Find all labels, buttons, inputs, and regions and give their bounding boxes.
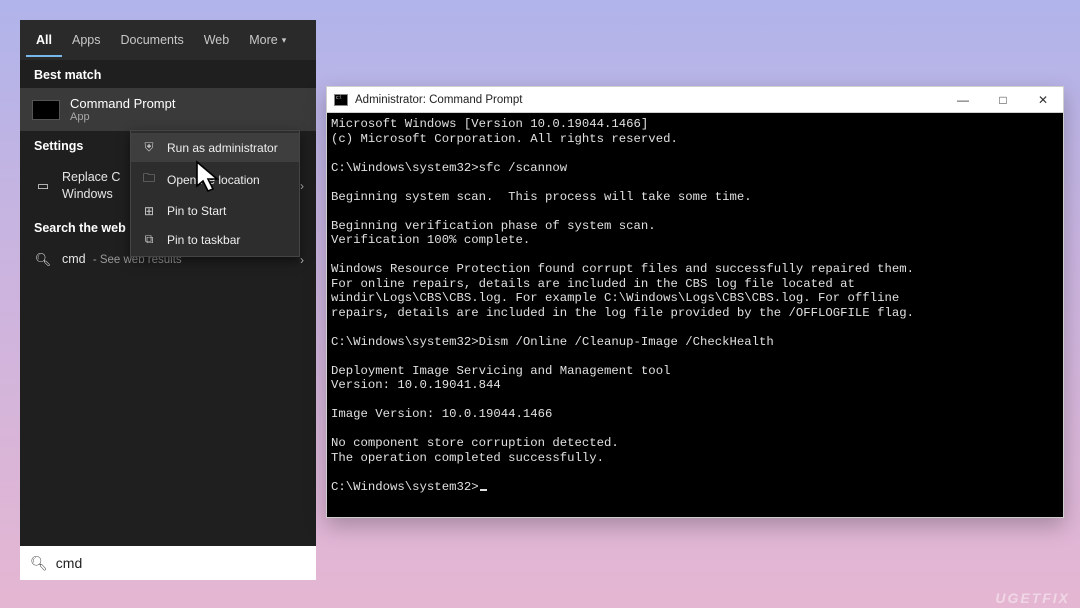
pin-taskbar-icon: ⧉ (141, 232, 157, 247)
tab-all[interactable]: All (26, 23, 62, 57)
ctx-run-as-administrator[interactable]: ⛨ Run as administrator (131, 133, 299, 162)
tab-documents[interactable]: Documents (110, 23, 193, 57)
ctx-pin-to-taskbar[interactable]: ⧉ Pin to taskbar (131, 225, 299, 254)
best-match-name: Command Prompt (70, 96, 175, 111)
start-search-panel: All Apps Documents Web More ▾ Best match… (20, 20, 316, 580)
search-input-bar[interactable]: 🔍︎ (20, 546, 316, 580)
search-filter-tabs: All Apps Documents Web More ▾ (20, 20, 316, 60)
search-input[interactable] (56, 555, 306, 571)
chevron-right-icon: › (300, 179, 304, 193)
chevron-right-icon: › (300, 253, 304, 267)
best-match-result[interactable]: Command Prompt App (20, 88, 316, 131)
command-prompt-window: Administrator: Command Prompt — □ ✕ Micr… (326, 86, 1064, 518)
watermark: UGETFIX (995, 590, 1070, 606)
search-icon: 🔍︎ (30, 555, 48, 572)
folder-icon: 🗀 (141, 169, 157, 190)
search-icon: 🔍︎ (34, 252, 52, 268)
settings-result-text: Replace CWindows (62, 169, 120, 203)
tab-more[interactable]: More ▾ (239, 23, 296, 57)
titlebar[interactable]: Administrator: Command Prompt — □ ✕ (327, 87, 1063, 113)
section-best-match: Best match (20, 60, 316, 88)
chevron-down-icon: ▾ (282, 35, 287, 46)
ctx-pin-to-start[interactable]: ⊞ Pin to Start (131, 197, 299, 225)
best-match-text: Command Prompt App (70, 96, 175, 123)
window-title: Administrator: Command Prompt (355, 94, 522, 106)
maximize-button[interactable]: □ (983, 87, 1023, 113)
tab-apps[interactable]: Apps (62, 23, 111, 57)
run-admin-icon: ⛨ (141, 140, 157, 155)
command-prompt-icon (32, 100, 60, 120)
ctx-item-label: Pin to Start (167, 204, 226, 218)
best-match-subtitle: App (70, 111, 175, 123)
window-controls: — □ ✕ (943, 87, 1063, 113)
tab-web[interactable]: Web (194, 23, 239, 57)
settings-screen-icon: ▭ (34, 178, 52, 194)
ctx-item-label: Run as administrator (167, 141, 278, 155)
minimize-button[interactable]: — (943, 87, 983, 113)
web-result-query: cmd (62, 252, 86, 266)
close-button[interactable]: ✕ (1023, 87, 1063, 113)
mouse-cursor (195, 160, 223, 194)
terminal-output[interactable]: Microsoft Windows [Version 10.0.19044.14… (327, 113, 1063, 517)
pin-start-icon: ⊞ (141, 204, 157, 218)
window-icon (334, 94, 348, 106)
ctx-item-label: Pin to taskbar (167, 233, 240, 247)
tab-more-label: More (249, 33, 277, 47)
